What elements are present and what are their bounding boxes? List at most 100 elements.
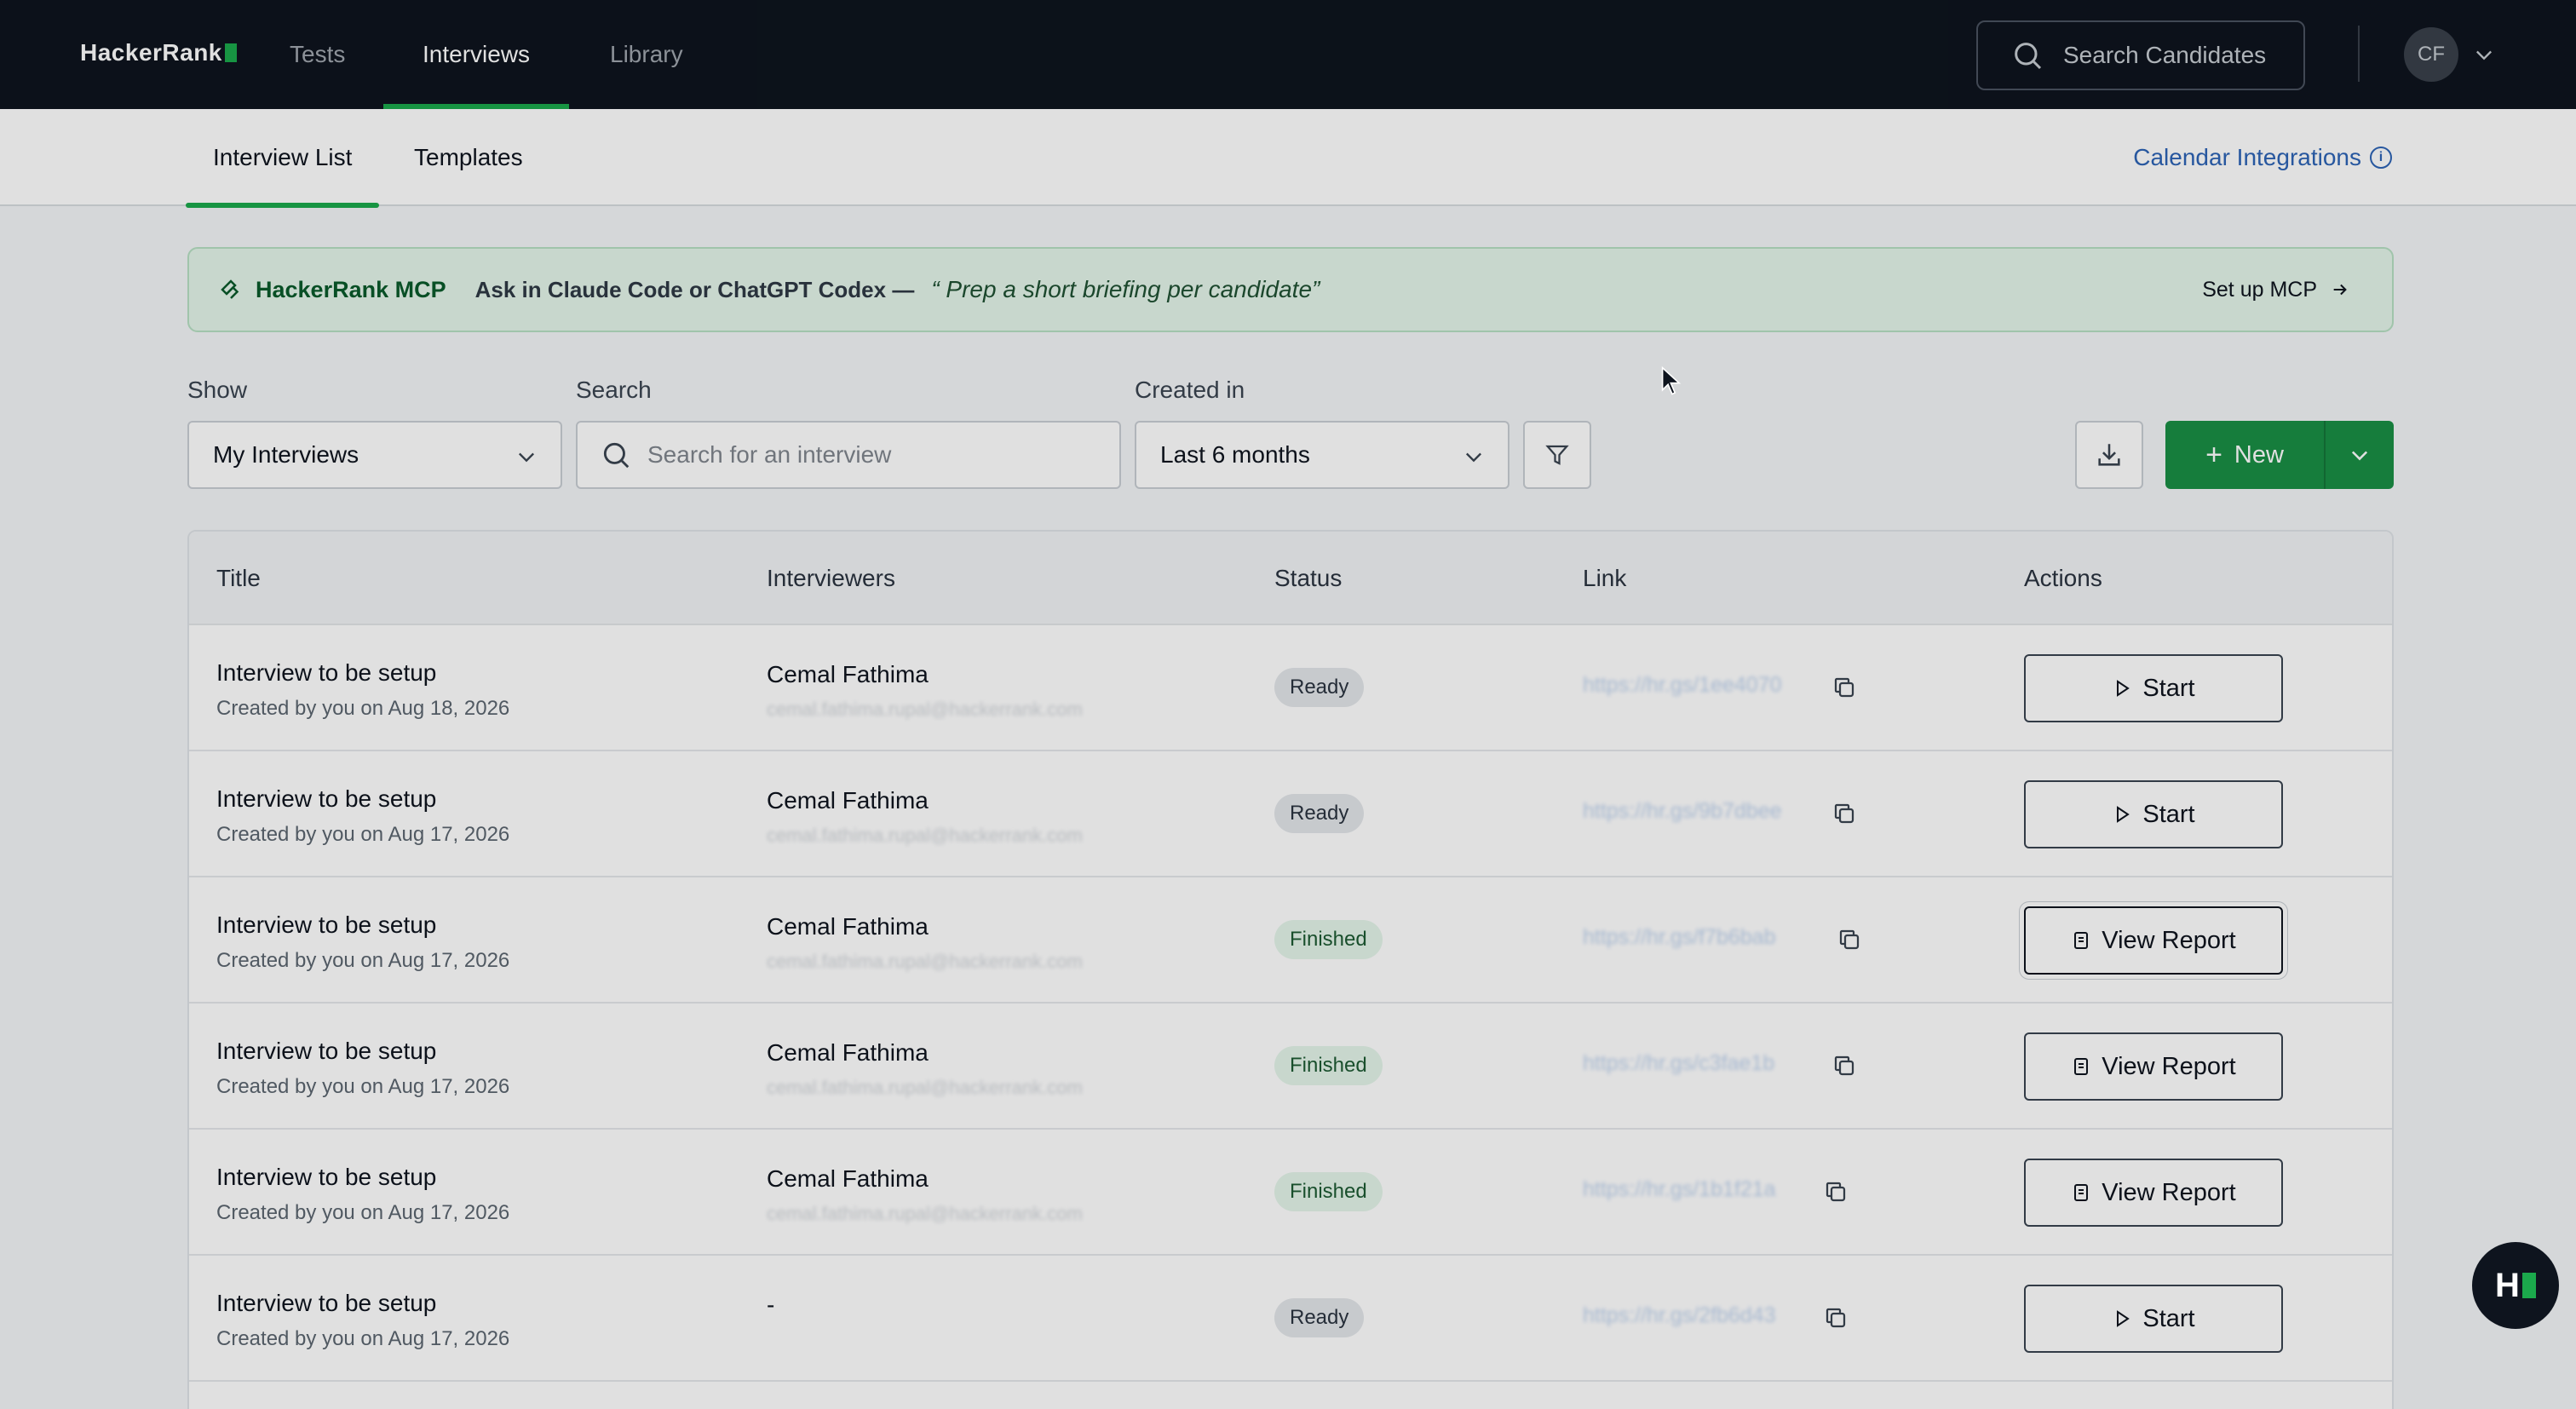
interviewer-name: Cemal Fathima	[767, 913, 929, 940]
nav-link-tests[interactable]: Tests	[290, 0, 345, 109]
copy-icon[interactable]	[1831, 801, 1857, 826]
search-input-placeholder: Search for an interview	[647, 441, 892, 468]
action-label: Start	[2142, 1304, 2195, 1332]
new-interview-button[interactable]: + New	[2165, 421, 2326, 489]
start-button[interactable]: Start	[2024, 780, 2283, 848]
table-row[interactable]: Interview to be setup Created by you on …	[189, 1004, 2392, 1130]
interview-created: Created by you on Aug 18, 2026	[216, 697, 510, 720]
chevron-down-icon	[519, 452, 534, 463]
start-button[interactable]: Start	[2024, 1285, 2283, 1353]
download-button[interactable]	[2075, 421, 2143, 489]
status-badge: Finished	[1274, 1172, 1383, 1211]
copy-icon[interactable]	[1823, 1179, 1849, 1205]
created-in-select[interactable]: Last 6 months	[1135, 421, 1509, 489]
interview-link[interactable]: https://hr.gs/9b7dbee	[1583, 799, 1782, 824]
nav-link-interviews[interactable]: Interviews	[383, 0, 570, 109]
action-label: View Report	[2102, 926, 2236, 954]
interview-title[interactable]: Interview to be setup	[216, 1164, 436, 1191]
status-badge: Ready	[1274, 794, 1365, 833]
nav-link-library[interactable]: Library	[610, 0, 683, 109]
filter-icon	[1545, 445, 1569, 465]
table-row[interactable]: Interview to be setup Created by you on …	[189, 751, 2392, 877]
help-chat-logo: H	[2495, 1266, 2520, 1304]
calendar-integrations-link[interactable]: Calendar Integrations i	[2133, 109, 2392, 206]
created-in-label: Created in	[1135, 377, 1245, 403]
interview-link[interactable]: https://hr.gs/f7b6bab	[1583, 925, 1776, 950]
help-chat-button[interactable]: H	[2472, 1242, 2559, 1329]
new-dropdown-button[interactable]	[2326, 421, 2394, 489]
search-icon	[2015, 43, 2042, 70]
show-label: Show	[187, 377, 248, 403]
table-row[interactable]: Interview to be setup Created by you on …	[189, 1256, 2392, 1382]
hackerrank-logo[interactable]: HackerRank	[80, 39, 237, 66]
sub-navbar: Interview List Templates Calendar Integr…	[0, 109, 2576, 208]
interview-link[interactable]: https://hr.gs/1ee4070	[1583, 673, 1782, 698]
copy-icon[interactable]	[1837, 927, 1862, 952]
mcp-title: HackerRank MCP	[256, 276, 446, 302]
interview-link[interactable]: https://hr.gs/2fb6d43	[1583, 1303, 1776, 1328]
start-button[interactable]: Start	[2024, 654, 2283, 722]
setup-mcp-label: Set up MCP	[2202, 277, 2317, 302]
copy-icon[interactable]	[1831, 1053, 1857, 1078]
chevron-down-icon	[1466, 452, 1481, 463]
search-candidates-button[interactable]: Search Candidates	[1976, 20, 2305, 90]
table-row[interactable]: Interview to be setup Created by you on …	[189, 625, 2392, 751]
interviewer-email: cemal.fathima.rupal@hackerrank.com	[767, 825, 1083, 846]
download-icon	[2098, 444, 2120, 466]
search-label: Search	[576, 377, 652, 403]
view-report-button[interactable]: View Report	[2024, 906, 2283, 975]
setup-mcp-link[interactable]: Set up MCP	[2202, 249, 2349, 331]
mcp-quote: “ Prep a short briefing per candidate”	[931, 276, 1320, 302]
table-row[interactable]: Interview to be setup Created by you on …	[189, 877, 2392, 1004]
show-select-value: My Interviews	[213, 441, 359, 468]
action-label: Start	[2142, 674, 2195, 702]
column-interviewers: Interviewers	[767, 565, 895, 591]
search-icon	[603, 442, 630, 469]
interviewer-name: -	[767, 1291, 775, 1318]
interview-title[interactable]: Interview to be setup	[216, 785, 436, 813]
view-report-button[interactable]: View Report	[2024, 1032, 2283, 1101]
interviewer-name: Cemal Fathima	[767, 787, 929, 814]
interviewer-email: cemal.fathima.rupal@hackerrank.com	[767, 1077, 1083, 1098]
interviewer-name: Cemal Fathima	[767, 1039, 929, 1066]
report-icon	[2074, 1058, 2089, 1075]
chevron-down-icon[interactable]	[2472, 43, 2496, 66]
search-candidates-label: Search Candidates	[2063, 42, 2267, 68]
created-in-value: Last 6 months	[1160, 441, 1310, 468]
new-interview-button-group: + New	[2165, 421, 2394, 489]
show-select[interactable]: My Interviews	[187, 421, 562, 489]
interview-title[interactable]: Interview to be setup	[216, 912, 436, 939]
interview-link[interactable]: https://hr.gs/c3fae1b	[1583, 1051, 1774, 1076]
action-label: View Report	[2102, 1178, 2236, 1206]
copy-icon[interactable]	[1831, 675, 1857, 700]
tab-templates[interactable]: Templates	[414, 109, 523, 206]
interviewer-name: Cemal Fathima	[767, 661, 929, 687]
avatar[interactable]: CF	[2404, 27, 2458, 82]
interview-created: Created by you on Aug 17, 2026	[216, 949, 510, 972]
interview-title[interactable]: Interview to be setup	[216, 1038, 436, 1065]
column-link: Link	[1583, 565, 1627, 591]
status-badge: Ready	[1274, 1298, 1365, 1337]
mcp-text: Ask in Claude Code or ChatGPT Codex —	[474, 276, 915, 302]
tab-interview-list[interactable]: Interview List	[185, 109, 380, 208]
nav-divider	[2358, 26, 2360, 82]
interview-title[interactable]: Interview to be setup	[216, 659, 436, 687]
play-icon	[2117, 680, 2130, 697]
filter-button[interactable]	[1523, 421, 1591, 489]
interview-table: Title Interviewers Status Link Actions I…	[187, 530, 2394, 1409]
table-row[interactable]: Interview to be setup Created by you on …	[189, 1130, 2392, 1256]
copy-icon[interactable]	[1823, 1305, 1849, 1331]
plus-icon: +	[2205, 438, 2222, 471]
mcp-icon	[221, 279, 239, 299]
search-input[interactable]: Search for an interview	[576, 421, 1121, 489]
view-report-button[interactable]: View Report	[2024, 1159, 2283, 1227]
interviewer-name: Cemal Fathima	[767, 1165, 929, 1192]
interviewer-email: cemal.fathima.rupal@hackerrank.com	[767, 699, 1083, 720]
interview-created: Created by you on Aug 17, 2026	[216, 1075, 510, 1098]
interview-link[interactable]: https://hr.gs/1b1f21a	[1583, 1177, 1776, 1202]
interview-created: Created by you on Aug 17, 2026	[216, 1327, 510, 1350]
status-badge: Finished	[1274, 920, 1383, 959]
interview-title[interactable]: Interview to be setup	[216, 1290, 436, 1317]
play-icon	[2117, 806, 2130, 823]
new-interview-label: New	[2234, 440, 2284, 469]
